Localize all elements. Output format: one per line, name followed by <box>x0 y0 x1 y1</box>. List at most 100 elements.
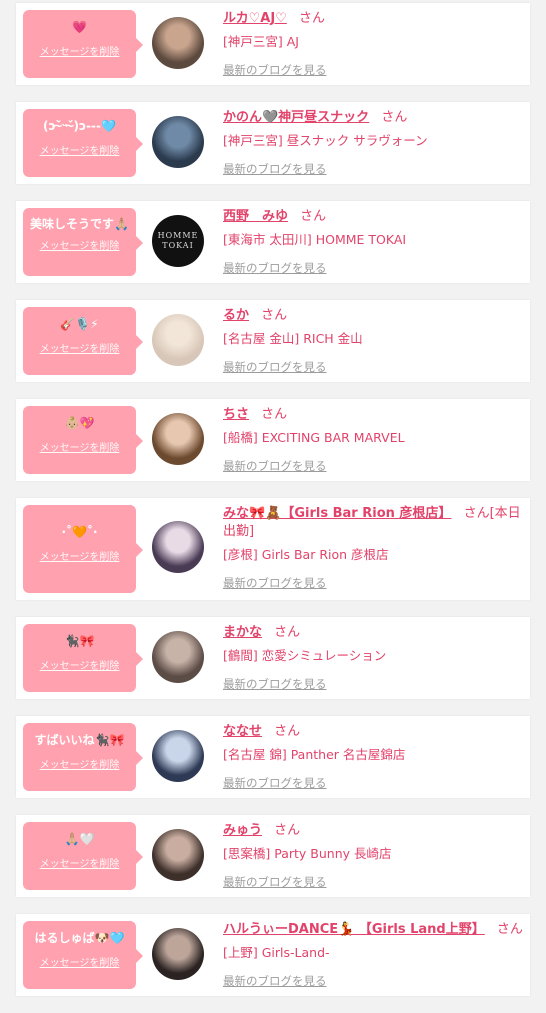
message-text: はるしゅば🐶🩵 <box>34 931 125 945</box>
cast-info: かのん🩶神戸昼スナック さん [神戸三宮] 昼スナック サラヴォーン 最新のブロ… <box>223 109 522 177</box>
message-card: 👶🏼💖 メッセージを削除 ちさ さん [船橋] EXCITING BAR MAR… <box>16 399 530 481</box>
cast-name-link[interactable]: ななせ <box>223 724 262 739</box>
name-line: かのん🩶神戸昼スナック さん <box>223 109 522 127</box>
shop-info: [鶴間] 恋愛シミュレーション <box>223 648 387 663</box>
latest-blog-link[interactable]: 最新のブログを見る <box>223 359 327 375</box>
delete-message-link[interactable]: メッセージを削除 <box>40 237 120 252</box>
shop-info: [名古屋 金山] RICH 金山 <box>223 331 363 346</box>
honorific: さん <box>300 209 327 224</box>
delete-message-link[interactable]: メッセージを削除 <box>40 43 120 58</box>
message-bubble: 🐈‍⬛🎀 メッセージを削除 <box>23 624 143 692</box>
delete-message-link[interactable]: メッセージを削除 <box>40 340 120 355</box>
cast-name-link[interactable]: ちさ <box>223 407 249 422</box>
cast-info: ルカ♡AJ♡ さん [神戸三宮] AJ 最新のブログを見る <box>223 10 522 78</box>
message-list: 💗 メッセージを削除 ルカ♡AJ♡ さん [神戸三宮] AJ 最新のブログを見る… <box>16 3 530 1013</box>
delete-message-link[interactable]: メッセージを削除 <box>40 756 120 771</box>
delete-message-link[interactable]: メッセージを削除 <box>40 855 120 870</box>
message-card: (ɔ˘̴̀ᵕ˘̴́)ɔ---🩵 メッセージを削除 かのん🩶神戸昼スナック さん … <box>16 102 530 184</box>
name-line: みゅう さん <box>223 822 522 840</box>
message-text: 🐈‍⬛🎀 <box>64 634 95 648</box>
latest-blog-link[interactable]: 最新のブログを見る <box>223 458 327 474</box>
honorific: さん <box>261 308 288 323</box>
cast-info: みゅう さん [思案橋] Party Bunny 長崎店 最新のブログを見る <box>223 822 522 890</box>
message-text: 👶🏼💖 <box>64 416 95 430</box>
message-text: 🙏🏼🤍 <box>64 832 95 846</box>
latest-blog-link[interactable]: 最新のブログを見る <box>223 973 327 989</box>
cast-name-link[interactable]: みゅう <box>223 823 262 838</box>
latest-blog-link[interactable]: 最新のブログを見る <box>223 775 327 791</box>
shop-info: [神戸三宮] 昼スナック サラヴォーン <box>223 133 428 148</box>
message-text: 🎸🎙️⚡ <box>60 317 99 331</box>
avatar[interactable] <box>152 829 204 881</box>
avatar[interactable] <box>152 116 204 168</box>
honorific: さん <box>274 625 301 640</box>
avatar[interactable] <box>152 17 204 69</box>
delete-message-link[interactable]: メッセージを削除 <box>40 954 120 969</box>
honorific: さん <box>274 823 301 838</box>
latest-blog-link[interactable]: 最新のブログを見る <box>223 676 327 692</box>
message-card: 🙏🏼🤍 メッセージを削除 みゅう さん [思案橋] Party Bunny 長崎… <box>16 815 530 897</box>
message-bubble: (ɔ˘̴̀ᵕ˘̴́)ɔ---🩵 メッセージを削除 <box>23 109 143 177</box>
cast-info: 西野 みゆ さん [東海市 太田川] HOMME TOKAI 最新のブログを見る <box>223 208 522 276</box>
message-bubble: 美味しそうです🙏🏼 メッセージを削除 <box>23 208 143 276</box>
delete-message-link[interactable]: メッセージを削除 <box>40 548 120 563</box>
honorific: さん <box>496 922 523 937</box>
message-card: 美味しそうです🙏🏼 メッセージを削除 HOMME TOKAI 西野 みゆ さん … <box>16 201 530 283</box>
cast-info: みな🎀🧸【Girls Bar Rion 彦根店】 さん[本日出勤] [彦根] G… <box>223 505 522 591</box>
honorific: さん <box>274 724 301 739</box>
avatar[interactable] <box>152 928 204 980</box>
cast-info: ななせ さん [名古屋 錦] Panther 名古屋錦店 最新のブログを見る <box>223 723 522 791</box>
message-text: すばいいね🐈‍⬛🎀 <box>34 733 125 747</box>
cast-name-link[interactable]: 西野 みゆ <box>223 209 288 224</box>
cast-name-link[interactable]: ルカ♡AJ♡ <box>223 11 287 26</box>
avatar-text: HOMME TOKAI <box>157 231 199 250</box>
shop-info: [思案橋] Party Bunny 長崎店 <box>223 846 392 861</box>
latest-blog-link[interactable]: 最新のブログを見る <box>223 874 327 890</box>
cast-info: るか さん [名古屋 金山] RICH 金山 最新のブログを見る <box>223 307 522 375</box>
cast-name-link[interactable]: かのん🩶神戸昼スナック <box>223 110 369 125</box>
message-card: 🎸🎙️⚡ メッセージを削除 るか さん [名古屋 金山] RICH 金山 最新の… <box>16 300 530 382</box>
message-card: 🐈‍⬛🎀 メッセージを削除 まかな さん [鶴間] 恋愛シミュレーション 最新の… <box>16 617 530 699</box>
avatar[interactable] <box>152 521 204 573</box>
shop-info: [船橋] EXCITING BAR MARVEL <box>223 430 405 445</box>
message-text: (ɔ˘̴̀ᵕ˘̴́)ɔ---🩵 <box>43 119 116 133</box>
cast-name-link[interactable]: ハルうぃーDANCE💃 【Girls Land上野】 <box>223 922 485 937</box>
message-card: すばいいね🐈‍⬛🎀 メッセージを削除 ななせ さん [名古屋 錦] Panthe… <box>16 716 530 798</box>
shop-info: [名古屋 錦] Panther 名古屋錦店 <box>223 747 406 762</box>
delete-message-link[interactable]: メッセージを削除 <box>40 142 120 157</box>
message-card: ·˚🧡˚· メッセージを削除 みな🎀🧸【Girls Bar Rion 彦根店】 … <box>16 498 530 600</box>
name-line: ルカ♡AJ♡ さん <box>223 10 522 28</box>
honorific: さん <box>261 407 288 422</box>
latest-blog-link[interactable]: 最新のブログを見る <box>223 62 327 78</box>
avatar[interactable]: HOMME TOKAI <box>152 215 204 267</box>
latest-blog-link[interactable]: 最新のブログを見る <box>223 575 327 591</box>
name-line: ハルうぃーDANCE💃 【Girls Land上野】 さん <box>223 921 523 939</box>
shop-info: [上野] Girls-Land- <box>223 945 330 960</box>
avatar[interactable] <box>152 730 204 782</box>
shop-info: [彦根] Girls Bar Rion 彦根店 <box>223 547 389 562</box>
shop-info: [神戸三宮] AJ <box>223 34 299 49</box>
avatar[interactable] <box>152 631 204 683</box>
message-bubble: ·˚🧡˚· メッセージを削除 <box>23 505 143 593</box>
message-text: ·˚🧡˚· <box>61 525 98 539</box>
cast-name-link[interactable]: るか <box>223 308 249 323</box>
delete-message-link[interactable]: メッセージを削除 <box>40 439 120 454</box>
shop-info: [東海市 太田川] HOMME TOKAI <box>223 232 407 247</box>
avatar[interactable] <box>152 314 204 366</box>
message-text: 💗 <box>72 20 87 34</box>
message-bubble: 💗 メッセージを削除 <box>23 10 143 78</box>
latest-blog-link[interactable]: 最新のブログを見る <box>223 260 327 276</box>
avatar[interactable] <box>152 413 204 465</box>
latest-blog-link[interactable]: 最新のブログを見る <box>223 161 327 177</box>
delete-message-link[interactable]: メッセージを削除 <box>40 657 120 672</box>
cast-name-link[interactable]: みな🎀🧸【Girls Bar Rion 彦根店】 <box>223 506 451 521</box>
name-line: ななせ さん <box>223 723 522 741</box>
name-line: みな🎀🧸【Girls Bar Rion 彦根店】 さん[本日出勤] <box>223 505 522 541</box>
message-bubble: 🙏🏼🤍 メッセージを削除 <box>23 822 143 890</box>
message-text: 美味しそうです🙏🏼 <box>30 217 129 231</box>
cast-name-link[interactable]: まかな <box>223 625 262 640</box>
honorific: さん <box>381 110 408 125</box>
message-bubble: 👶🏼💖 メッセージを削除 <box>23 406 143 474</box>
message-bubble: 🎸🎙️⚡ メッセージを削除 <box>23 307 143 375</box>
cast-info: ちさ さん [船橋] EXCITING BAR MARVEL 最新のブログを見る <box>223 406 522 474</box>
